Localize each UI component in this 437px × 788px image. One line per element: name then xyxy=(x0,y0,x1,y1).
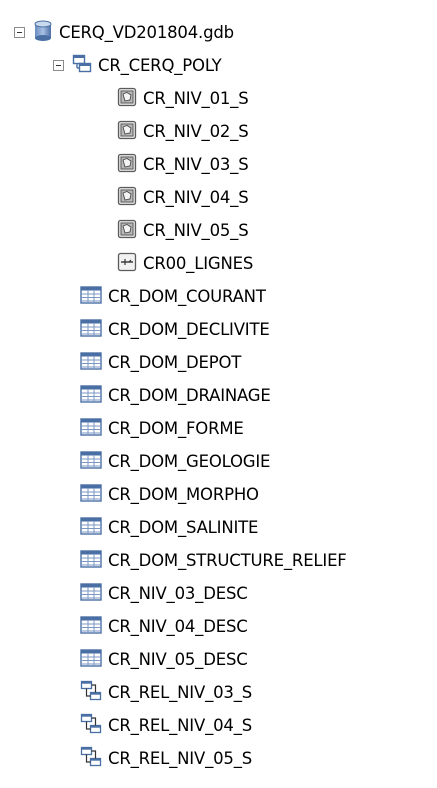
table-icon xyxy=(80,351,102,375)
polygon-feature-class-icon xyxy=(117,219,137,243)
table-label: CR_NIV_04_DESC xyxy=(108,617,248,636)
geodatabase-icon xyxy=(33,20,53,46)
tree-node-table[interactable]: CR_DOM_STRUCTURE_RELIEF xyxy=(80,544,347,577)
table-label: CR_DOM_COURANT xyxy=(108,287,266,306)
tree-node-table[interactable]: CR_NIV_04_DESC xyxy=(80,610,248,643)
geodatabase-label: CERQ_VD201804.gdb xyxy=(59,23,234,42)
tree-node-table[interactable]: CR_DOM_DEPOT xyxy=(80,346,241,379)
tree-node-relationship-class[interactable]: CR_REL_NIV_03_S xyxy=(80,676,252,709)
collapse-toggle-icon[interactable] xyxy=(14,27,25,38)
table-icon xyxy=(80,318,102,342)
table-label: CR_DOM_DEPOT xyxy=(108,353,242,372)
table-icon xyxy=(80,483,102,507)
tree-node-table[interactable]: CR_DOM_DECLIVITE xyxy=(80,313,270,346)
polygon-feature-class-icon xyxy=(117,153,137,177)
feature-class-label: CR_NIV_02_S xyxy=(143,122,249,141)
tree-node-relationship-class[interactable]: CR_REL_NIV_04_S xyxy=(80,709,252,742)
table-label: CR_DOM_GEOLOGIE xyxy=(108,452,271,471)
polygon-feature-class-icon xyxy=(117,186,137,210)
feature-class-label: CR_NIV_01_S xyxy=(143,89,249,108)
feature-dataset-icon xyxy=(72,54,92,78)
tree-node-table[interactable]: CR_DOM_MORPHO xyxy=(80,478,259,511)
relationship-class-label: CR_REL_NIV_04_S xyxy=(108,716,253,735)
tree-node-feature-class[interactable]: CR_NIV_05_S xyxy=(117,214,249,247)
tree-node-table[interactable]: CR_DOM_SALINITE xyxy=(80,511,258,544)
feature-class-label: CR_NIV_03_S xyxy=(143,155,249,174)
table-icon xyxy=(80,516,102,540)
relationship-class-icon xyxy=(80,713,102,739)
tree-node-feature-class[interactable]: CR_NIV_04_S xyxy=(117,181,249,214)
table-icon xyxy=(80,285,102,309)
tree-node-feature-dataset[interactable]: CR_CERQ_POLY xyxy=(53,49,222,82)
relationship-class-label: CR_REL_NIV_03_S xyxy=(108,683,253,702)
relationship-class-icon xyxy=(80,680,102,706)
table-icon xyxy=(80,384,102,408)
tree-node-table[interactable]: CR_DOM_DRAINAGE xyxy=(80,379,271,412)
tree-node-geodatabase[interactable]: CERQ_VD201804.gdb xyxy=(14,16,234,49)
polygon-feature-class-icon xyxy=(117,120,137,144)
relationship-class-icon xyxy=(80,746,102,772)
table-icon xyxy=(80,615,102,639)
table-label: CR_NIV_03_DESC xyxy=(108,584,248,603)
polygon-feature-class-icon xyxy=(117,87,137,111)
relationship-class-label: CR_REL_NIV_05_S xyxy=(108,749,253,768)
table-icon xyxy=(80,582,102,606)
table-icon xyxy=(80,417,102,441)
tree-node-feature-class[interactable]: CR_NIV_03_S xyxy=(117,148,249,181)
catalog-tree: CERQ_VD201804.gdb CR_CERQ_POLY CR_NIV_01… xyxy=(0,0,437,788)
table-label: CR_DOM_DRAINAGE xyxy=(108,386,271,405)
feature-class-label: CR_NIV_04_S xyxy=(143,188,249,207)
collapse-toggle-icon[interactable] xyxy=(53,60,64,71)
table-label: CR_DOM_FORME xyxy=(108,419,244,438)
tree-node-feature-class[interactable]: CR_NIV_02_S xyxy=(117,115,249,148)
line-feature-class-icon xyxy=(117,252,137,276)
table-label: CR_DOM_STRUCTURE_RELIEF xyxy=(108,551,347,570)
table-label: CR_DOM_MORPHO xyxy=(108,485,259,504)
table-label: CR_DOM_DECLIVITE xyxy=(108,320,270,339)
table-icon xyxy=(80,450,102,474)
feature-dataset-label: CR_CERQ_POLY xyxy=(98,56,222,75)
tree-node-table[interactable]: CR_NIV_05_DESC xyxy=(80,643,248,676)
feature-class-label: CR_NIV_05_S xyxy=(143,221,249,240)
tree-node-table[interactable]: CR_DOM_FORME xyxy=(80,412,244,445)
table-icon xyxy=(80,648,102,672)
feature-class-label: CR00_LIGNES xyxy=(143,254,254,273)
tree-node-table[interactable]: CR_NIV_03_DESC xyxy=(80,577,248,610)
tree-node-table[interactable]: CR_DOM_COURANT xyxy=(80,280,266,313)
table-icon xyxy=(80,549,102,573)
tree-node-relationship-class[interactable]: CR_REL_NIV_05_S xyxy=(80,742,252,775)
tree-node-feature-class[interactable]: CR_NIV_01_S xyxy=(117,82,249,115)
table-label: CR_DOM_SALINITE xyxy=(108,518,259,537)
table-label: CR_NIV_05_DESC xyxy=(108,650,248,669)
tree-node-feature-class[interactable]: CR00_LIGNES xyxy=(117,247,253,280)
tree-node-table[interactable]: CR_DOM_GEOLOGIE xyxy=(80,445,270,478)
